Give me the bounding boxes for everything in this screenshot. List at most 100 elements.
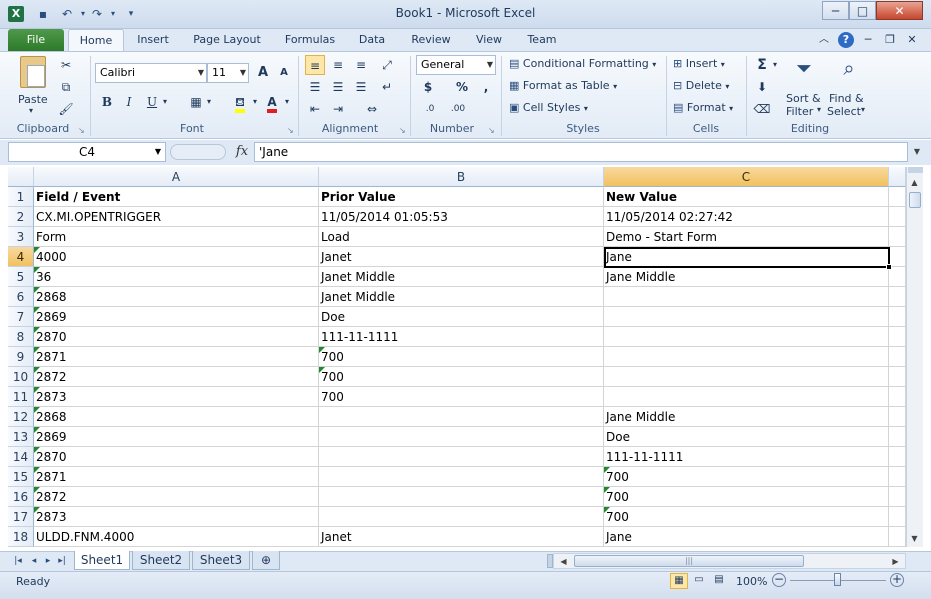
column-header-d[interactable] bbox=[889, 167, 906, 187]
grow-font-button[interactable]: A bbox=[253, 63, 273, 83]
cell-c10[interactable] bbox=[604, 367, 889, 387]
delete-cells-button[interactable]: ⊟ Delete ▾ bbox=[673, 79, 729, 92]
normal-view-icon[interactable]: ▦ bbox=[670, 573, 688, 589]
cell-d10[interactable] bbox=[889, 367, 906, 387]
row-header-2[interactable]: 2 bbox=[8, 207, 34, 227]
cell-b14[interactable] bbox=[319, 447, 604, 467]
row-header-10[interactable]: 10 bbox=[8, 367, 34, 387]
underline-dropdown-icon[interactable]: ▾ bbox=[160, 92, 170, 112]
sort-filter-button[interactable]: ⏷ Sort & Filter ▾ bbox=[786, 56, 826, 120]
split-box[interactable] bbox=[908, 167, 923, 173]
cell-a12[interactable]: 2868 bbox=[34, 407, 319, 427]
cell-d14[interactable] bbox=[889, 447, 906, 467]
cell-b13[interactable] bbox=[319, 427, 604, 447]
cell-b3[interactable]: Load bbox=[319, 227, 604, 247]
borders-icon[interactable]: ▦ bbox=[186, 92, 206, 112]
row-header-6[interactable]: 6 bbox=[8, 287, 34, 307]
row-header-7[interactable]: 7 bbox=[8, 307, 34, 327]
workbook-restore-icon[interactable]: ❐ bbox=[882, 29, 898, 51]
orientation-icon[interactable]: ⤢ bbox=[377, 55, 397, 75]
format-painter-icon[interactable]: 🖌 bbox=[56, 99, 76, 119]
number-format-combo[interactable]: General ▼ bbox=[416, 55, 496, 75]
cell-a10[interactable]: 2872 bbox=[34, 367, 319, 387]
merge-center-icon[interactable]: ⇔ bbox=[362, 99, 382, 119]
zoom-out-icon[interactable]: − bbox=[772, 573, 786, 587]
cell-a1[interactable]: Field / Event bbox=[34, 187, 319, 207]
tab-file[interactable]: File bbox=[8, 29, 64, 51]
cell-d2[interactable] bbox=[889, 207, 906, 227]
cell-a11[interactable]: 2873 bbox=[34, 387, 319, 407]
fill-color-dropdown-icon[interactable]: ▾ bbox=[250, 92, 260, 112]
close-button[interactable]: ✕ bbox=[876, 1, 923, 20]
cell-a2[interactable]: CX.MI.OPENTRIGGER bbox=[34, 207, 319, 227]
cell-d11[interactable] bbox=[889, 387, 906, 407]
tab-page-layout[interactable]: Page Layout bbox=[188, 29, 266, 51]
scroll-up-icon[interactable]: ▲ bbox=[907, 175, 922, 190]
increase-decimal-button[interactable]: .0 bbox=[418, 99, 442, 119]
number-launcher-icon[interactable]: ↘ bbox=[488, 126, 495, 135]
bold-button[interactable]: B bbox=[97, 92, 117, 112]
cell-a7[interactable]: 2869 bbox=[34, 307, 319, 327]
cell-c14[interactable]: 111-11-1111 bbox=[604, 447, 889, 467]
tab-view[interactable]: View bbox=[470, 29, 508, 51]
cell-a6[interactable]: 2868 bbox=[34, 287, 319, 307]
cell-b11[interactable]: 700 bbox=[319, 387, 604, 407]
formula-bar-splitter[interactable] bbox=[170, 144, 226, 160]
cell-a9[interactable]: 2871 bbox=[34, 347, 319, 367]
insert-sheet-icon[interactable]: ⊕ bbox=[252, 551, 280, 570]
cell-a5[interactable]: 36 bbox=[34, 267, 319, 287]
row-header-13[interactable]: 13 bbox=[8, 427, 34, 447]
top-align-icon[interactable]: ≡ bbox=[305, 55, 325, 75]
zoom-in-icon[interactable]: + bbox=[890, 573, 904, 587]
row-header-16[interactable]: 16 bbox=[8, 487, 34, 507]
cell-a13[interactable]: 2869 bbox=[34, 427, 319, 447]
column-header-b[interactable]: B bbox=[319, 167, 604, 187]
font-launcher-icon[interactable]: ↘ bbox=[287, 126, 294, 135]
cell-b1[interactable]: Prior Value bbox=[319, 187, 604, 207]
italic-button[interactable]: I bbox=[119, 92, 139, 112]
cell-b17[interactable] bbox=[319, 507, 604, 527]
bottom-align-icon[interactable]: ≡ bbox=[351, 55, 371, 75]
cell-d15[interactable] bbox=[889, 467, 906, 487]
page-layout-view-icon[interactable]: ▭ bbox=[690, 573, 708, 589]
cell-c12[interactable]: Jane Middle bbox=[604, 407, 889, 427]
cell-c1[interactable]: New Value bbox=[604, 187, 889, 207]
sheet-tab-sheet2[interactable]: Sheet2 bbox=[132, 551, 190, 570]
worksheet-grid[interactable]: A B C 1 Field / Event Prior Value New Value… bbox=[8, 167, 906, 547]
page-break-view-icon[interactable]: ▤ bbox=[710, 573, 728, 589]
cell-a8[interactable]: 2870 bbox=[34, 327, 319, 347]
comma-button[interactable]: , bbox=[476, 77, 496, 97]
currency-button[interactable]: $ bbox=[418, 77, 438, 97]
align-left-icon[interactable]: ☰ bbox=[305, 77, 325, 97]
clear-icon[interactable]: ⌫ bbox=[752, 99, 772, 119]
column-header-a[interactable]: A bbox=[34, 167, 319, 187]
tab-review[interactable]: Review bbox=[406, 29, 456, 51]
row-header-15[interactable]: 15 bbox=[8, 467, 34, 487]
cell-d16[interactable] bbox=[889, 487, 906, 507]
sheet-tab-sheet1[interactable]: Sheet1 bbox=[74, 551, 130, 570]
cell-b5[interactable]: Janet Middle bbox=[319, 267, 604, 287]
cell-d8[interactable] bbox=[889, 327, 906, 347]
cell-c13[interactable]: Doe bbox=[604, 427, 889, 447]
workbook-minimize-icon[interactable]: ─ bbox=[860, 29, 876, 51]
percent-button[interactable]: % bbox=[452, 77, 472, 97]
vertical-scrollbar[interactable]: ▲ ▼ bbox=[906, 167, 923, 547]
cell-c17[interactable]: 700 bbox=[604, 507, 889, 527]
zoom-slider-thumb[interactable] bbox=[834, 573, 841, 586]
cell-c3[interactable]: Demo - Start Form bbox=[604, 227, 889, 247]
autosum-button[interactable]: Σ bbox=[752, 55, 772, 75]
cell-a3[interactable]: Form bbox=[34, 227, 319, 247]
cell-c18[interactable]: Jane bbox=[604, 527, 889, 547]
font-color-button[interactable]: A bbox=[262, 92, 282, 113]
autosum-dropdown-icon[interactable]: ▾ bbox=[770, 55, 780, 75]
sheet-tab-sheet3[interactable]: Sheet3 bbox=[192, 551, 250, 570]
increase-indent-icon[interactable]: ⇥ bbox=[328, 99, 348, 119]
cell-a16[interactable]: 2872 bbox=[34, 487, 319, 507]
cut-icon[interactable]: ✂ bbox=[56, 55, 76, 75]
row-header-4[interactable]: 4 bbox=[8, 247, 34, 267]
font-name-combo[interactable]: Calibri ▼ bbox=[95, 63, 207, 83]
fill-color-icon[interactable]: ⛾ bbox=[230, 92, 250, 113]
cell-c5[interactable]: Jane Middle bbox=[604, 267, 889, 287]
minimize-button[interactable]: ─ bbox=[822, 1, 849, 20]
maximize-button[interactable]: □ bbox=[849, 1, 876, 20]
